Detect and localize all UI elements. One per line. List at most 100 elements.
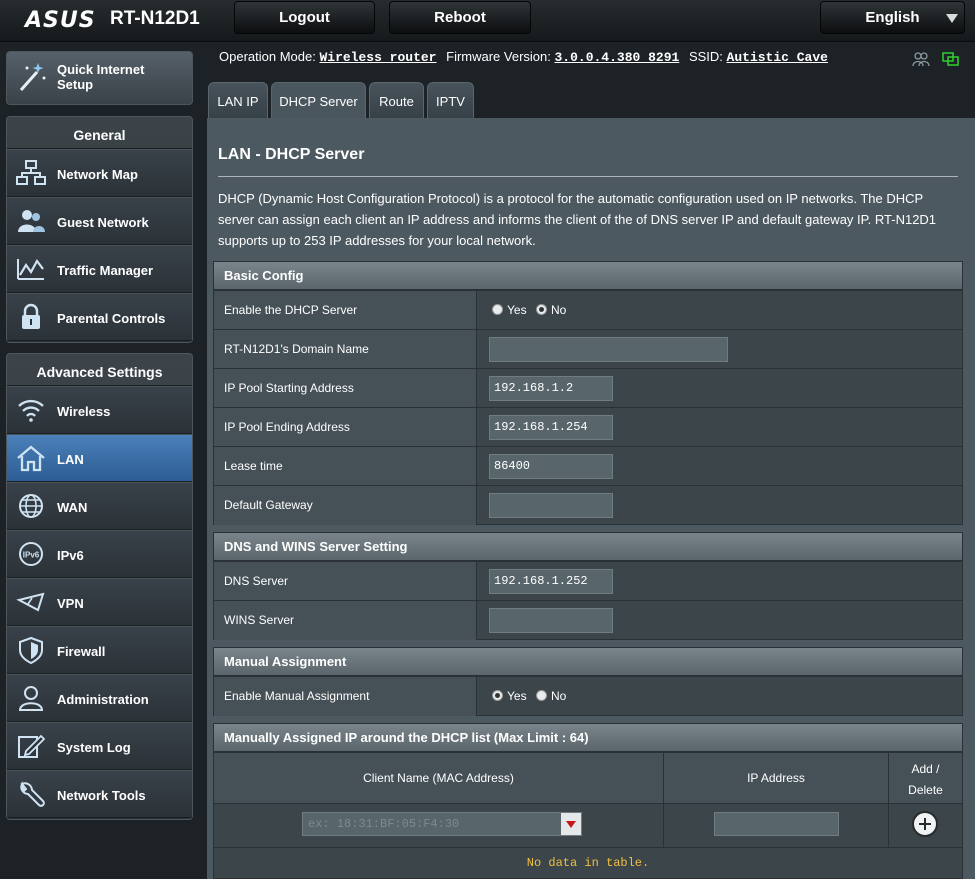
pool-end-input[interactable]: 192.168.1.254 <box>489 415 613 440</box>
ssid-link[interactable]: Autistic Cave <box>727 50 828 65</box>
lock-icon <box>22 303 40 329</box>
firmware-link[interactable]: 3.0.0.4.380_8291 <box>555 50 680 65</box>
menu-firewall[interactable]: Firewall <box>7 626 192 674</box>
tab-dhcp-server[interactable]: DHCP Server <box>271 82 366 120</box>
client-mac-placeholder: ex: 18:31:BF:05:F4:30 <box>308 817 460 831</box>
menu-label: System Log <box>57 740 131 755</box>
traffic-manager-icon <box>17 258 44 280</box>
language-select[interactable]: English <box>820 1 965 34</box>
asus-logo: ASUS <box>25 8 96 33</box>
vpn-icon <box>16 592 45 612</box>
section-title: DNS and WINS Server Setting <box>214 533 962 561</box>
radio-label: Yes <box>507 303 527 317</box>
form-row: IP Pool Starting Address 192.168.1.2 <box>214 368 962 408</box>
page-description: DHCP (Dynamic Host Configuration Protoco… <box>218 191 937 248</box>
logout-button[interactable]: Logout <box>234 1 375 34</box>
radio-label: No <box>551 303 567 317</box>
menu-label: Administration <box>57 692 149 707</box>
form-row: Enable the DHCP Server Yes No <box>214 290 962 330</box>
page-title: LAN - DHCP Server <box>218 146 365 163</box>
col-ip-address: IP Address <box>664 753 889 804</box>
tab-route[interactable]: Route <box>369 82 424 120</box>
dhcp-enable-yes-radio[interactable]: Yes <box>492 303 527 317</box>
manual-assignment-section: Manual Assignment Enable Manual Assignme… <box>213 647 963 716</box>
wins-server-input[interactable] <box>489 608 613 633</box>
field-label: IP Pool Ending Address <box>214 408 477 447</box>
col-add-delete: Add / Delete <box>889 753 962 804</box>
menu-system-log[interactable]: System Log <box>7 722 192 770</box>
radio-dot <box>492 690 503 701</box>
menu-label: WAN <box>57 500 88 515</box>
wrench-icon <box>20 781 45 807</box>
dns-server-input[interactable]: 192.168.1.252 <box>489 569 613 594</box>
col-add-label: Add / <box>911 762 940 776</box>
default-gateway-input[interactable] <box>489 493 613 518</box>
field-label: Default Gateway <box>214 486 477 525</box>
wifi-icon <box>18 399 44 422</box>
qis-label-line1: Quick Internet <box>57 62 145 77</box>
title-divider <box>218 176 958 177</box>
menu-wireless[interactable]: Wireless <box>7 386 192 434</box>
menu-ipv6[interactable]: IPv6 IPv6 <box>7 530 192 578</box>
menu-label: Wireless <box>57 404 111 419</box>
menu-wan[interactable]: WAN <box>7 482 192 530</box>
menu-network-map[interactable]: Network Map <box>7 149 192 197</box>
section-title: Basic Config <box>214 262 962 290</box>
tab-lan-ip[interactable]: LAN IP <box>208 82 268 120</box>
ipv6-icon: IPv6 <box>19 542 43 566</box>
tab-iptv[interactable]: IPTV <box>427 82 474 120</box>
menu-label: LAN <box>57 452 84 467</box>
menu-administration[interactable]: Administration <box>7 674 192 722</box>
client-mac-combobox[interactable]: ex: 18:31:BF:05:F4:30 <box>302 812 582 836</box>
menu-label: Firewall <box>57 644 106 659</box>
dropdown-arrow-icon[interactable] <box>561 813 581 835</box>
col-delete-label: Delete <box>908 783 943 797</box>
radio-dot <box>536 690 547 701</box>
ssid-label: SSID: <box>688 49 723 64</box>
no-data-message: No data in table. <box>526 856 650 870</box>
form-row: DNS Server 192.168.1.252 <box>214 561 962 601</box>
reboot-button[interactable]: Reboot <box>389 1 531 34</box>
menu-label: Guest Network <box>57 215 149 230</box>
domain-name-input[interactable] <box>489 337 728 362</box>
status-bar: Operation Mode: Wireless router Firmware… <box>219 49 828 65</box>
menu-label: IPv6 <box>57 548 84 563</box>
dns-wins-section: DNS and WINS Server Setting DNS Server 1… <box>213 532 963 640</box>
form-row: Lease time 86400 <box>214 446 962 486</box>
menu-lan[interactable]: LAN <box>7 434 192 482</box>
basic-config-section: Basic Config Enable the DHCP Server Yes … <box>213 261 963 525</box>
guest-network-icon <box>18 210 45 232</box>
svg-text:IPv6: IPv6 <box>23 551 40 560</box>
network-map-icon <box>16 160 46 185</box>
language-label: English <box>865 9 920 26</box>
chevron-down-icon <box>946 14 958 23</box>
manual-enable-no-radio[interactable]: No <box>536 689 566 703</box>
add-icon[interactable] <box>912 811 938 837</box>
quick-internet-setup-button[interactable]: Quick Internet Setup <box>6 51 193 105</box>
radio-dot <box>492 304 503 315</box>
menu-guest-network[interactable]: Guest Network <box>7 197 192 245</box>
manual-enable-yes-radio[interactable]: Yes <box>492 689 527 703</box>
menu-parental-controls[interactable]: Parental Controls <box>7 293 192 341</box>
menu-traffic-manager[interactable]: Traffic Manager <box>7 245 192 293</box>
operation-mode-link[interactable]: Wireless router <box>319 50 436 65</box>
form-row: Default Gateway <box>214 485 962 525</box>
menu-label: Network Tools <box>57 788 146 803</box>
ip-address-input[interactable] <box>714 812 839 836</box>
general-title: General <box>7 117 192 149</box>
pool-start-input[interactable]: 192.168.1.2 <box>489 376 613 401</box>
section-title: Manual Assignment <box>214 648 962 676</box>
clients-icon[interactable] <box>912 51 930 67</box>
menu-network-tools[interactable]: Network Tools <box>7 770 192 818</box>
menu-label: VPN <box>57 596 84 611</box>
form-row: RT-N12D1's Domain Name <box>214 329 962 369</box>
usb-connection-icon[interactable] <box>942 51 960 67</box>
radio-label: Yes <box>507 689 527 703</box>
advanced-settings-title: Advanced Settings <box>7 354 192 386</box>
lease-time-input[interactable]: 86400 <box>489 454 613 479</box>
field-label: RT-N12D1's Domain Name <box>214 330 477 369</box>
dhcp-enable-no-radio[interactable]: No <box>536 303 566 317</box>
qis-label-line2: Setup <box>57 77 94 92</box>
content-panel: LAN - DHCP Server DHCP (Dynamic Host Con… <box>207 118 975 879</box>
menu-vpn[interactable]: VPN <box>7 578 192 626</box>
